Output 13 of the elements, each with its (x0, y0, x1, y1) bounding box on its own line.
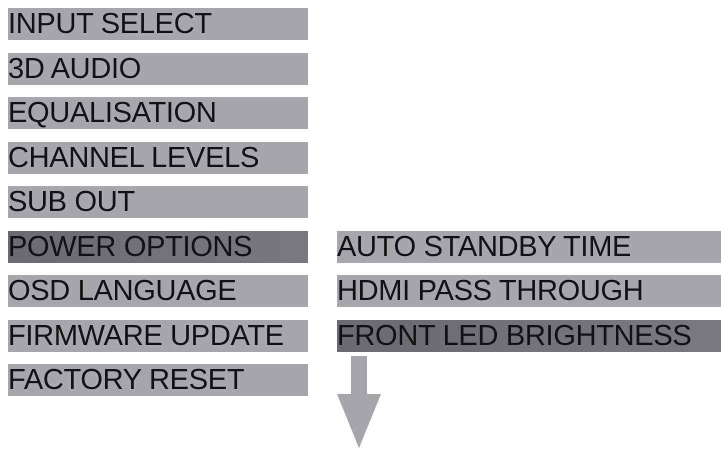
submenu-item[interactable]: AUTO STANDBY TIME (337, 230, 721, 262)
menu-item[interactable]: 3D AUDIO (8, 52, 308, 84)
menu-item[interactable]: SUB OUT (8, 186, 308, 218)
menu-item[interactable]: INPUT SELECT (8, 8, 308, 40)
down-arrow-icon (337, 356, 381, 448)
submenu-item[interactable]: FRONT LED BRIGHTNESS (337, 320, 721, 352)
menu-item[interactable]: POWER OPTIONS (8, 230, 308, 262)
menu-item[interactable]: FIRMWARE UPDATE (8, 320, 308, 352)
menu-item[interactable]: EQUALISATION (8, 97, 308, 129)
menu-item[interactable]: FACTORY RESET (8, 364, 308, 396)
menu-item[interactable]: CHANNEL LEVELS (8, 142, 308, 174)
submenu-item[interactable]: HDMI PASS THROUGH (337, 275, 721, 307)
menu-item[interactable]: OSD LANGUAGE (8, 275, 308, 307)
